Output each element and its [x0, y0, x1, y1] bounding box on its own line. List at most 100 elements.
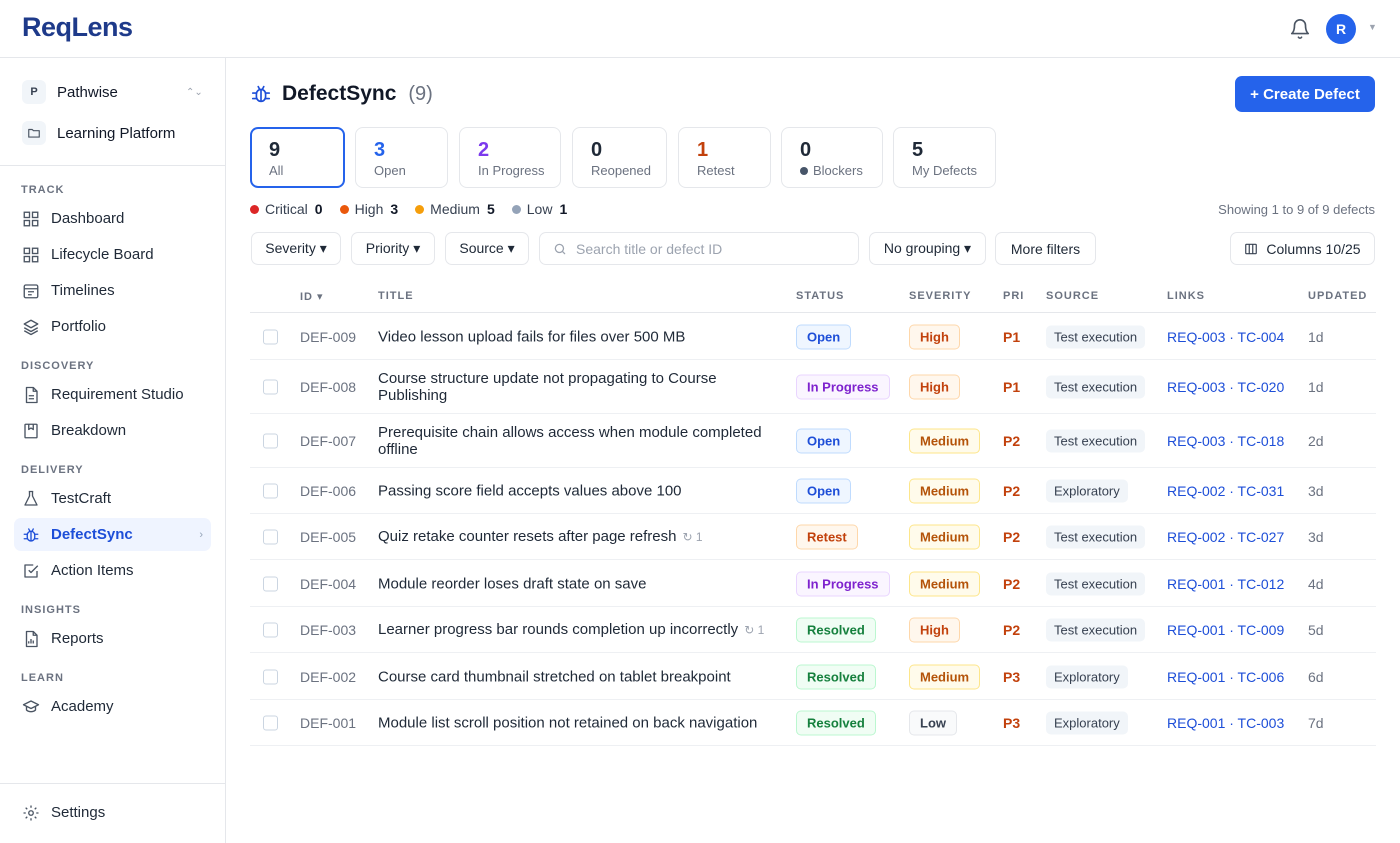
sidebar-item-breakdown[interactable]: Breakdown [14, 414, 211, 447]
sidebar-item-label: Dashboard [51, 210, 125, 227]
updated-time: 3d [1308, 528, 1324, 545]
search-input[interactable] [576, 240, 846, 257]
sidebar-item-lifecycle-board[interactable]: Lifecycle Board [14, 238, 211, 271]
table-row[interactable]: DEF-003 Learner progress bar rounds compl… [250, 607, 1376, 653]
sidebar-item-portfolio[interactable]: Portfolio [14, 310, 211, 343]
column-id[interactable]: ID ▾ [300, 290, 324, 303]
defect-id[interactable]: DEF-004 [300, 576, 356, 592]
legend-medium[interactable]: Medium 5 [415, 201, 495, 217]
severity-badge: Medium [909, 428, 981, 453]
sidebar-item-timelines[interactable]: Timelines [14, 274, 211, 307]
source-filter[interactable]: Source ▾ [445, 232, 529, 265]
linked-items-link[interactable]: REQ-003 · TC-004 [1167, 329, 1284, 345]
defect-title[interactable]: Learner progress bar rounds completion u… [378, 621, 778, 639]
table-row[interactable]: DEF-007 Prerequisite chain allows access … [250, 414, 1376, 468]
folder-icon [22, 121, 46, 145]
column-updated[interactable]: UPDATED [1308, 290, 1367, 302]
tab-blockers[interactable]: 0 Blockers [781, 127, 883, 188]
search-box[interactable] [539, 232, 859, 265]
bell-icon[interactable] [1289, 18, 1311, 40]
sidebar-item-testcraft[interactable]: TestCraft [14, 482, 211, 515]
row-checkbox[interactable] [263, 529, 278, 544]
section-delivery: DELIVERY [21, 464, 84, 476]
table-row[interactable]: DEF-004 Module reorder loses draft state … [250, 561, 1376, 607]
column-severity[interactable]: SEVERITY [909, 290, 971, 302]
app-logo[interactable]: ReqLens [22, 12, 133, 43]
column-title[interactable]: TITLE [378, 290, 414, 302]
project-name: Learning Platform [57, 124, 176, 142]
workspace-toggle-icon[interactable]: ⌃⌄ [186, 87, 203, 98]
defect-title[interactable]: Video lesson upload fails for files over… [378, 328, 778, 345]
column-priority[interactable]: PRI [1003, 290, 1024, 302]
column-links[interactable]: LINKS [1167, 290, 1205, 302]
table-row[interactable]: DEF-002 Course card thumbnail stretched o… [250, 654, 1376, 700]
row-checkbox[interactable] [263, 483, 278, 498]
legend-low[interactable]: Low 1 [511, 201, 567, 217]
tab-all[interactable]: 9 All [250, 127, 345, 188]
defect-title[interactable]: Passing score field accepts values above… [378, 482, 778, 499]
defect-id[interactable]: DEF-003 [300, 622, 356, 638]
row-checkbox[interactable] [263, 576, 278, 591]
defect-title[interactable]: Course structure update not propagating … [378, 370, 778, 404]
sidebar-item-dashboard[interactable]: Dashboard [14, 202, 211, 235]
defect-title[interactable]: Quiz retake counter resets after page re… [378, 528, 778, 546]
row-checkbox[interactable] [263, 329, 278, 344]
table-row[interactable]: DEF-005 Quiz retake counter resets after … [250, 514, 1376, 560]
defect-id[interactable]: DEF-007 [300, 433, 356, 449]
defect-title[interactable]: Module list scroll position not retained… [378, 714, 778, 731]
updated-time: 3d [1308, 482, 1324, 499]
defect-title[interactable]: Course card thumbnail stretched on table… [378, 668, 778, 685]
sidebar-item-settings[interactable]: Settings [14, 796, 211, 829]
severity-filter[interactable]: Severity ▾ [251, 232, 341, 265]
row-checkbox[interactable] [263, 433, 278, 448]
sidebar-item-reports[interactable]: Reports [14, 622, 211, 655]
tab-in-progress[interactable]: 2 In Progress [459, 127, 561, 188]
table-row[interactable]: DEF-008 Course structure update not propa… [250, 360, 1376, 414]
table-row[interactable]: DEF-001 Module list scroll position not r… [250, 700, 1376, 746]
linked-items-link[interactable]: REQ-001 · TC-012 [1167, 576, 1284, 592]
linked-items-link[interactable]: REQ-001 · TC-003 [1167, 715, 1284, 731]
table-row[interactable]: DEF-009 Video lesson upload fails for fil… [250, 314, 1376, 360]
row-checkbox[interactable] [263, 379, 278, 394]
linked-items-link[interactable]: REQ-001 · TC-006 [1167, 669, 1284, 685]
defect-id[interactable]: DEF-008 [300, 379, 356, 395]
tab-retest[interactable]: 1 Retest [678, 127, 771, 188]
more-filters-button[interactable]: More filters [995, 232, 1096, 265]
user-avatar[interactable]: R [1326, 14, 1356, 44]
legend-high[interactable]: High 3 [339, 201, 398, 217]
linked-items-link[interactable]: REQ-002 · TC-031 [1167, 483, 1284, 499]
section-discovery: DISCOVERY [21, 360, 95, 372]
defect-title[interactable]: Module reorder loses draft state on save [378, 575, 778, 592]
defect-id[interactable]: DEF-005 [300, 529, 356, 545]
defect-id[interactable]: DEF-002 [300, 669, 356, 685]
grouping-select[interactable]: No grouping ▾ [869, 232, 986, 265]
sidebar-item-academy[interactable]: Academy [14, 690, 211, 723]
tab-my-defects[interactable]: 5 My Defects [893, 127, 996, 188]
linked-items-link[interactable]: REQ-001 · TC-009 [1167, 622, 1284, 638]
defect-id[interactable]: DEF-006 [300, 483, 356, 499]
avatar-chevron-down-icon[interactable]: ▼ [1368, 22, 1377, 32]
sidebar-item-defectsync[interactable]: DefectSync › [14, 518, 211, 551]
priority-filter[interactable]: Priority ▾ [351, 232, 435, 265]
project-selector[interactable]: Learning Platform [22, 120, 175, 146]
create-defect-button[interactable]: + Create Defect [1235, 76, 1375, 112]
legend-critical[interactable]: Critical 0 [250, 201, 323, 217]
column-source[interactable]: SOURCE [1046, 290, 1099, 302]
linked-items-link[interactable]: REQ-003 · TC-020 [1167, 379, 1284, 395]
tab-open[interactable]: 3 Open [355, 127, 448, 188]
column-status[interactable]: STATUS [796, 290, 844, 302]
row-checkbox[interactable] [263, 715, 278, 730]
sidebar-item-requirement-studio[interactable]: Requirement Studio [14, 378, 211, 411]
table-row[interactable]: DEF-006 Passing score field accepts value… [250, 468, 1376, 514]
row-checkbox[interactable] [263, 622, 278, 637]
columns-button[interactable]: Columns 10/25 [1230, 232, 1375, 265]
defect-id[interactable]: DEF-001 [300, 715, 356, 731]
workspace-switcher[interactable]: P Pathwise [22, 79, 118, 105]
defect-id[interactable]: DEF-009 [300, 329, 356, 345]
defect-title[interactable]: Prerequisite chain allows access when mo… [378, 424, 778, 458]
linked-items-link[interactable]: REQ-003 · TC-018 [1167, 433, 1284, 449]
tab-reopened[interactable]: 0 Reopened [572, 127, 667, 188]
row-checkbox[interactable] [263, 669, 278, 684]
linked-items-link[interactable]: REQ-002 · TC-027 [1167, 529, 1284, 545]
sidebar-item-action-items[interactable]: Action Items [14, 554, 211, 587]
